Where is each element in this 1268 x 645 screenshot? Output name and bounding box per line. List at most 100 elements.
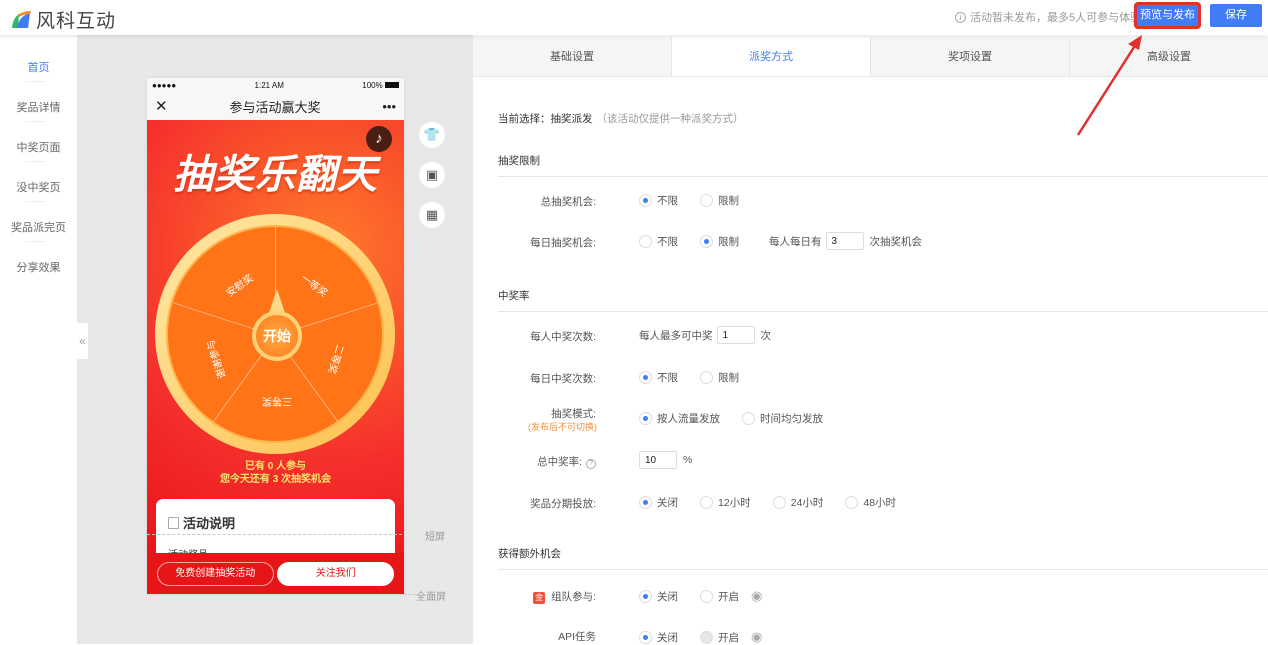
lottery-mode-radio-group: 按人流量发放 时间均匀发放	[639, 411, 841, 426]
rules-title: 活动说明	[183, 516, 236, 531]
poster-title: 抽奖乐翻天	[173, 153, 378, 197]
daily-chance-input[interactable]	[825, 232, 864, 250]
radio-off[interactable]: 关闭	[639, 495, 678, 510]
divider	[25, 241, 45, 242]
radio-limited[interactable]: 限制	[700, 193, 739, 208]
notice-text: 活动暂未发布，最多5人可参与体验	[970, 12, 1142, 24]
radio-unlimited[interactable]: 不限	[639, 193, 678, 208]
follow-us-button[interactable]: 关注我们	[277, 561, 395, 586]
full-screen-label: 全面屏	[416, 592, 446, 603]
settings-tabs: 基础设置 派奖方式 奖项设置 高级设置	[473, 37, 1268, 77]
phone-bottom-bar: 免费创建抽奖活动 关注我们	[147, 553, 404, 594]
staged-release-radio-group: 关闭 12小时 24小时 48小时	[639, 495, 914, 510]
theme-icon[interactable]: 👕	[419, 122, 445, 148]
save-template-icon[interactable]: ▣	[419, 162, 445, 188]
music-icon[interactable]: ♪	[366, 126, 392, 152]
radio-12h[interactable]: 12小时	[700, 495, 751, 510]
preview-publish-button[interactable]: 预览与发布	[1134, 2, 1201, 29]
per-person-prefix: 每人最多可中奖	[639, 329, 713, 342]
total-rate-input[interactable]	[639, 451, 677, 469]
radio-by-traffic[interactable]: 按人流量发放	[639, 411, 720, 426]
tab-award-method[interactable]: 派奖方式	[672, 37, 871, 76]
radio-unlimited[interactable]: 不限	[639, 234, 678, 249]
close-icon[interactable]: ✕	[155, 97, 168, 115]
radio-limited[interactable]: 限制	[700, 234, 739, 249]
sidebar-item-prize-detail[interactable]: 奖品详情	[0, 99, 77, 115]
radio-off[interactable]: 关闭	[639, 589, 678, 604]
short-screen-guide	[147, 534, 402, 535]
total-rate-field: %	[639, 451, 692, 469]
radio-on[interactable]: 开启	[700, 630, 739, 645]
more-icon[interactable]: •••	[382, 99, 396, 114]
field-label: 每日中奖次数:	[530, 373, 596, 385]
radio-24h[interactable]: 24小时	[772, 495, 823, 510]
team-icon: 金	[533, 592, 546, 604]
sidebar-item-soldout-page[interactable]: 奖品派完页	[0, 219, 77, 235]
radio-48h[interactable]: 48小时	[845, 495, 896, 510]
publish-notice: i 活动暂未发布，最多5人可参与体验	[955, 9, 1141, 25]
current-selection: 当前选择：抽奖派发 （该活动仅提供一种派奖方式）	[498, 111, 744, 126]
collapse-sidebar-button[interactable]: «	[77, 323, 88, 359]
full-screen-guide	[404, 594, 416, 595]
logo-text: 风科互动	[36, 11, 117, 32]
field-label: 总抽奖机会:	[540, 196, 596, 208]
create-activity-button[interactable]: 免费创建抽奖活动	[156, 561, 274, 586]
radio-time-even[interactable]: 时间均匀发放	[742, 411, 823, 426]
help-icon[interactable]: ?	[586, 459, 596, 469]
wheel-pointer	[269, 289, 285, 313]
daily-chance-suffix: 次抽奖机会	[869, 235, 923, 248]
radio-off[interactable]: 关闭	[639, 630, 678, 645]
start-button[interactable]: 开始	[252, 311, 302, 361]
per-person-suffix: 次	[760, 329, 772, 342]
field-label: 奖品分期投放:	[530, 498, 596, 510]
sidebar-item-share[interactable]: 分享效果	[0, 259, 77, 275]
per-person-win-input[interactable]	[716, 326, 755, 344]
prize-wheel: 安慰奖 一等奖 二等奖 三等奖 谢谢参与 开始	[155, 214, 395, 454]
team-label: 金组队参与:	[533, 591, 596, 604]
sidebar-item-win-page[interactable]: 中奖页面	[0, 139, 77, 155]
daily-chance-radio-group: 不限 限制 每人每日有 次抽奖机会	[639, 232, 922, 250]
per-person-win-field: 每人最多可中奖 次	[639, 326, 771, 344]
daily-win-radio-group: 不限 限制	[639, 370, 757, 385]
components-icon[interactable]: ▦	[419, 202, 445, 228]
wheel-prize: 一等奖	[298, 272, 330, 300]
radio-limited[interactable]: 限制	[700, 370, 739, 385]
api-task-radio-group: 关闭 开启 ◉	[639, 629, 762, 645]
current-selection-hint: （该活动仅提供一种派奖方式）	[596, 113, 744, 125]
wheel-prize: 二等奖	[325, 342, 345, 375]
phone-preview: ●●●●● 1:21 AM 100% ✕ 参与活动赢大奖 ••• 抽奖乐翻天 ♪…	[147, 78, 404, 594]
radio-unlimited[interactable]: 不限	[639, 370, 678, 385]
info-icon: i	[955, 11, 966, 23]
radio-on[interactable]: 开启	[700, 589, 739, 604]
sidebar-item-lose-page[interactable]: 没中奖页	[0, 179, 77, 195]
sidebar-item-home[interactable]: 首页	[0, 59, 77, 75]
top-header: 风科互动 i 活动暂未发布，最多5人可参与体验 预览与发布 保存	[0, 0, 1268, 35]
logo: 风科互动	[10, 6, 116, 33]
wheel-prize: 谢谢参与	[205, 338, 229, 380]
team-radio-group: 关闭 开启 ◉	[639, 588, 762, 604]
daily-chance-prefix: 每人每日有	[769, 235, 822, 248]
divider	[25, 201, 45, 202]
status-time: 1:21 AM	[254, 80, 284, 90]
rules-card: 活动说明 活动奖品	[156, 499, 395, 561]
eye-icon[interactable]: ◉	[751, 588, 762, 604]
logo-icon	[12, 10, 31, 28]
field-label: 每日抽奖机会:	[530, 237, 596, 249]
percent-suffix: %	[683, 454, 693, 466]
save-button[interactable]: 保存	[1210, 4, 1262, 27]
battery: 100%	[362, 81, 399, 90]
battery-icon	[384, 82, 399, 89]
divider	[25, 81, 45, 82]
tab-prize-settings[interactable]: 奖项设置	[871, 37, 1070, 76]
tab-basic-settings[interactable]: 基础设置	[473, 37, 672, 76]
section-title: 中奖率	[498, 288, 1268, 312]
section-title: 抽奖限制	[498, 153, 1268, 177]
short-screen-label: 短屏	[425, 532, 445, 543]
lottery-poster: 抽奖乐翻天 ♪ 安慰奖 一等奖 二等奖 三等奖 谢谢参与 开始 已有 0 人参与…	[147, 120, 404, 553]
section-title: 获得额外机会	[498, 546, 1268, 570]
total-rate-label: 总中奖率:?	[537, 454, 596, 469]
eye-icon[interactable]: ◉	[751, 629, 762, 645]
tab-advanced-settings[interactable]: 高级设置	[1070, 37, 1268, 76]
field-label: 抽奖模式:	[551, 408, 596, 420]
phone-title: 参与活动赢大奖	[229, 99, 321, 115]
